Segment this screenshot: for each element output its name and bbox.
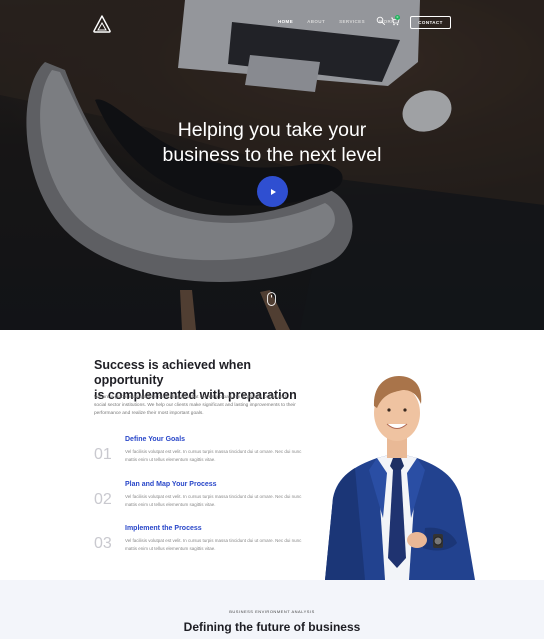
cart-count-badge: 0: [395, 15, 400, 20]
brand-logo[interactable]: [92, 14, 112, 34]
hero-title-line-2: business to the next level: [162, 144, 382, 166]
nav-link-services[interactable]: SERVICES: [339, 18, 365, 26]
mouse-scroll-icon[interactable]: [267, 292, 276, 306]
hero-section: HOME ABOUT SERVICES WORK 0 CONTACT Helpi…: [0, 0, 544, 330]
hero-title: Helping you take your business to the ne…: [0, 118, 544, 168]
step-item: 01 Define Your Goals Vel facilisis volut…: [94, 436, 309, 476]
step-description: Vel facilisis volutpat est velit. In cur…: [125, 449, 302, 462]
step-title: Implement the Process: [125, 525, 202, 532]
about-section: Success is achieved when opportunity is …: [0, 330, 544, 580]
analysis-section: BUSINESS ENVIRONMENT ANALYSIS Defining t…: [0, 580, 544, 639]
hero-title-line-1: Helping you take your: [177, 119, 367, 141]
search-icon[interactable]: [376, 16, 386, 26]
step-description: Vel facilisis volutpat est velit. In cur…: [125, 538, 302, 551]
step-number: 03: [94, 535, 112, 552]
play-video-button[interactable]: [257, 176, 288, 207]
step-number: 01: [94, 446, 112, 463]
nav-link-home[interactable]: HOME: [278, 18, 293, 26]
contact-button[interactable]: CONTACT: [410, 16, 451, 29]
about-intro-text: We are a global management consulting fi…: [94, 395, 296, 416]
play-icon: [270, 188, 276, 195]
step-item: 03 Implement the Process Vel facilisis v…: [94, 525, 309, 565]
section-overline: BUSINESS ENVIRONMENT ANALYSIS: [229, 609, 315, 614]
about-heading-line-1: Success is achieved when opportunity: [94, 358, 252, 387]
step-title: Define Your Goals: [125, 436, 186, 443]
section-title: Defining the future of business: [183, 620, 361, 634]
step-description: Vel facilisis volutpat est velit. In cur…: [125, 494, 302, 507]
step-item: 02 Plan and Map Your Process Vel facilis…: [94, 481, 309, 521]
businessman-photo: [325, 376, 475, 580]
nav-link-about[interactable]: ABOUT: [307, 18, 325, 26]
step-title: Plan and Map Your Process: [125, 481, 217, 488]
step-number: 02: [94, 491, 112, 508]
